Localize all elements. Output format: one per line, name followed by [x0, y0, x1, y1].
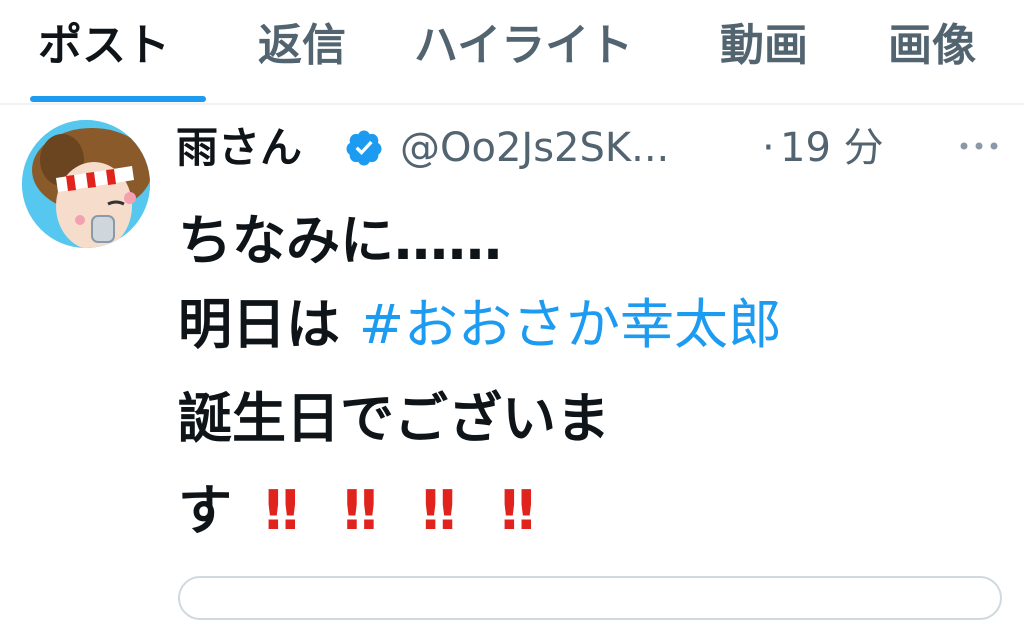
tweet-header: 雨さん @Oo2Js2SK... · 19 分: [176, 118, 1016, 178]
double-exclamation-emoji: ‼: [500, 479, 535, 542]
tab-images[interactable]: 画像: [888, 14, 976, 78]
tabs-divider: [0, 103, 1024, 105]
more-options-icon[interactable]: [958, 134, 1000, 158]
user-handle[interactable]: @Oo2Js2SK...: [400, 118, 669, 178]
tweet-text-prefix: 明日は: [178, 293, 359, 356]
tab-posts[interactable]: ポスト: [38, 14, 170, 78]
tweet-text-line-1: ちなみに……: [178, 209, 502, 272]
tab-highlights[interactable]: ハイライト: [414, 14, 633, 78]
display-name[interactable]: 雨さん: [176, 118, 302, 178]
profile-tabs: ポスト 返信 ハイライト 動画 画像: [0, 0, 1024, 105]
tweet-timestamp[interactable]: 19 分: [780, 118, 884, 178]
active-tab-indicator: [30, 96, 206, 102]
tab-videos[interactable]: 動画: [720, 14, 808, 78]
double-exclamation-emoji: ‼: [422, 479, 456, 542]
tab-replies[interactable]: 返信: [258, 14, 346, 78]
tweet-text-line-4: す ‼ ‼ ‼ ‼: [178, 476, 535, 546]
hashtag-link[interactable]: #おおさか幸太郎: [359, 293, 782, 356]
tweet-text-tail: す: [178, 479, 232, 542]
attached-card[interactable]: [178, 576, 1002, 620]
avatar-image: [22, 120, 150, 248]
double-exclamation-emoji: ‼: [343, 479, 377, 542]
header-separator: ·: [762, 125, 775, 171]
avatar[interactable]: [22, 120, 150, 248]
tweet-text-line-2: 明日は #おおさか幸太郎: [178, 290, 782, 360]
double-exclamation-emoji: ‼: [264, 479, 299, 542]
tweet-text-line-3: 誕生日でございま: [178, 387, 610, 450]
verified-badge-icon: [346, 130, 382, 166]
